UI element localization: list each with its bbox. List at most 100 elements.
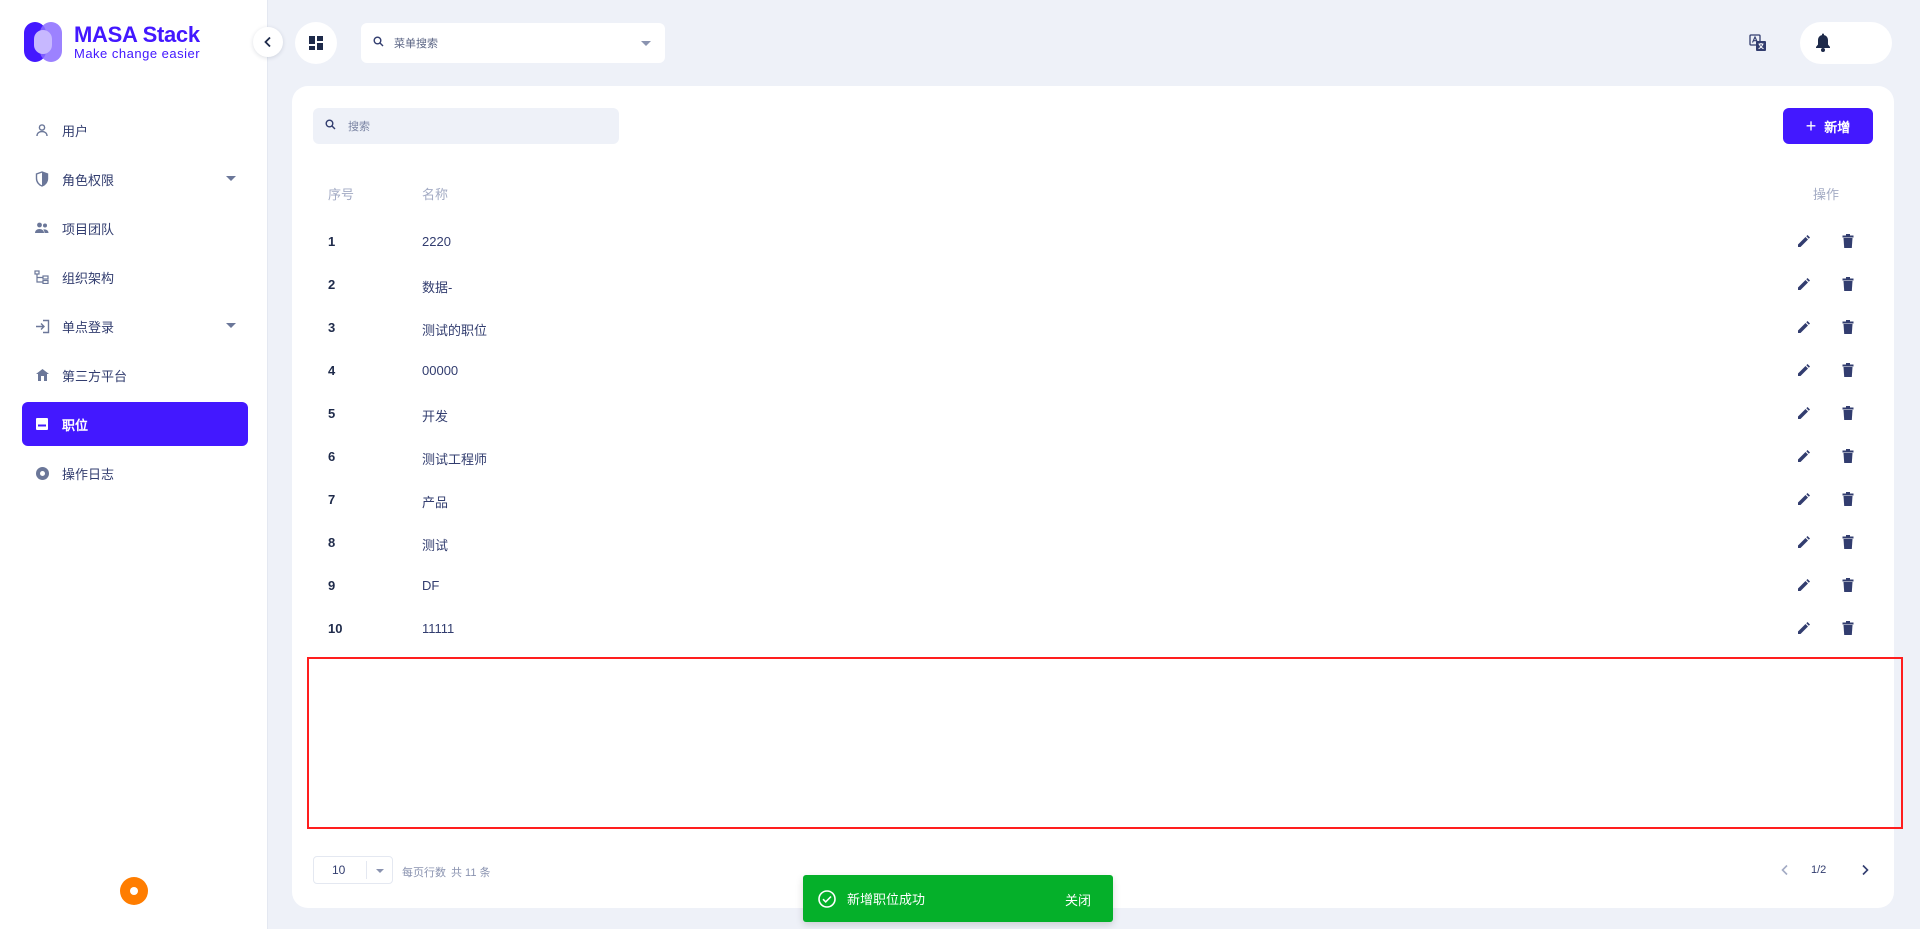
notification-button[interactable] (1800, 22, 1892, 64)
add-button-label: 新增 (1824, 119, 1851, 135)
sidebar-item-label: 单点登录 (62, 319, 115, 335)
brand-name: MASA Stack (74, 22, 200, 47)
row-index: 4 (328, 363, 336, 378)
delete-icon[interactable] (1839, 232, 1857, 250)
sidebar-item-label: 第三方平台 (62, 368, 128, 384)
delete-icon[interactable] (1839, 490, 1857, 508)
delete-icon[interactable] (1839, 275, 1857, 293)
row-index: 5 (328, 406, 336, 421)
edit-icon[interactable] (1795, 232, 1813, 250)
sidebar-item-logs[interactable]: 操作日志 (22, 451, 248, 495)
table-row: 3 测试的职位 (292, 306, 1894, 349)
table-row: 7 产品 (292, 478, 1894, 521)
brand-tagline: Make change easier (74, 46, 201, 61)
next-page-button[interactable] (1856, 861, 1874, 879)
row-index: 3 (328, 320, 336, 335)
user-icon (34, 122, 50, 138)
prev-page-button[interactable] (1776, 861, 1794, 879)
sidebar-item-teams[interactable]: 项目团队 (22, 206, 248, 250)
rows-per-page-value: 10 (332, 863, 346, 877)
team-icon (34, 220, 50, 236)
row-name: 测试 (422, 538, 449, 553)
delete-icon[interactable] (1839, 533, 1857, 551)
edit-icon[interactable] (1795, 576, 1813, 594)
edit-icon[interactable] (1795, 361, 1813, 379)
app-grid-button[interactable] (295, 22, 337, 64)
add-position-button[interactable]: + 新增 (1783, 108, 1873, 144)
log-icon (34, 465, 50, 481)
org-chart-icon (34, 269, 50, 285)
toast-close-button[interactable]: 关闭 (1065, 890, 1091, 909)
row-index: 8 (328, 535, 336, 550)
row-index: 2 (328, 277, 336, 292)
row-index: 9 (328, 578, 336, 593)
menu-search-input[interactable]: 菜单搜索 (361, 23, 665, 63)
chevron-down-icon (376, 869, 384, 873)
help-float-button[interactable] (120, 877, 148, 905)
sidebar-collapse-button[interactable] (253, 27, 283, 57)
rows-per-page-label: 每页行数 (402, 867, 446, 879)
table-row: 5 开发 (292, 392, 1894, 435)
delete-icon[interactable] (1839, 447, 1857, 465)
highlight-box (307, 657, 1903, 829)
search-input[interactable]: 搜索 (313, 108, 619, 144)
total-count: 共 11 条 (451, 867, 491, 879)
table-row: 6 测试工程师 (292, 435, 1894, 478)
search-placeholder: 搜索 (348, 121, 370, 133)
row-index: 10 (328, 621, 343, 636)
dashboard-icon (309, 36, 323, 50)
logo-mark-icon (24, 22, 64, 62)
table-row: 4 00000 (292, 349, 1894, 392)
column-header-actions: 操作 (1813, 187, 1840, 202)
sidebar: MASA Stack Make change easier 用户 角色权限 项目… (0, 0, 268, 929)
sidebar-item-label: 职位 (62, 417, 89, 433)
sidebar-item-label: 角色权限 (62, 172, 115, 188)
chevron-left-icon (264, 36, 271, 48)
delete-icon[interactable] (1839, 576, 1857, 594)
row-name: 00000 (422, 363, 459, 378)
sidebar-item-label: 组织架构 (62, 270, 115, 286)
rows-per-page-select[interactable]: 10 (313, 856, 393, 884)
delete-icon[interactable] (1839, 361, 1857, 379)
page-indicator: 1/2 (1811, 864, 1827, 876)
edit-icon[interactable] (1795, 275, 1813, 293)
column-header-name[interactable]: 名称 (422, 184, 448, 203)
shield-icon (34, 171, 50, 187)
edit-icon[interactable] (1795, 447, 1813, 465)
row-index: 1 (328, 234, 336, 249)
language-switch-button[interactable] (1746, 32, 1770, 54)
platform-icon (34, 367, 50, 383)
row-name: 测试的职位 (422, 323, 488, 338)
row-name: 产品 (422, 495, 449, 510)
sidebar-nav: 用户 角色权限 项目团队 组织架构 单点登录 第三方平台 职位 操作日志 (22, 108, 248, 500)
delete-icon[interactable] (1839, 318, 1857, 336)
row-name: DF (422, 578, 440, 593)
table-row: 10 11111 (292, 607, 1894, 650)
edit-icon[interactable] (1795, 318, 1813, 336)
chevron-down-icon[interactable] (641, 41, 651, 46)
table-row: 2 数据- (292, 263, 1894, 306)
sidebar-item-roles[interactable]: 角色权限 (22, 157, 248, 201)
bell-icon (1816, 33, 1830, 52)
edit-icon[interactable] (1795, 619, 1813, 637)
sidebar-item-positions[interactable]: 职位 (22, 402, 248, 446)
sidebar-item-sso[interactable]: 单点登录 (22, 304, 248, 348)
row-name: 测试工程师 (422, 452, 488, 467)
sidebar-item-third-party[interactable]: 第三方平台 (22, 353, 248, 397)
sidebar-item-users[interactable]: 用户 (22, 108, 248, 152)
edit-icon[interactable] (1795, 404, 1813, 422)
row-index: 7 (328, 492, 336, 507)
edit-icon[interactable] (1795, 490, 1813, 508)
page-scrollbar[interactable] (1914, 0, 1920, 929)
sidebar-item-org[interactable]: 组织架构 (22, 255, 248, 299)
edit-icon[interactable] (1795, 533, 1813, 551)
logo[interactable]: MASA Stack Make change easier (24, 22, 200, 62)
chevron-down-icon (226, 323, 236, 328)
sidebar-item-label: 操作日志 (62, 466, 115, 482)
sidebar-item-label: 项目团队 (62, 221, 115, 237)
delete-icon[interactable] (1839, 619, 1857, 637)
delete-icon[interactable] (1839, 404, 1857, 422)
column-header-index[interactable]: 序号 (328, 184, 354, 203)
row-name: 数据- (422, 280, 453, 295)
main-card: 搜索 + 新增 序号 名称 操作 1 2220 2 数据- 3 测试的职位 4 00000 5 开… (292, 86, 1903, 908)
